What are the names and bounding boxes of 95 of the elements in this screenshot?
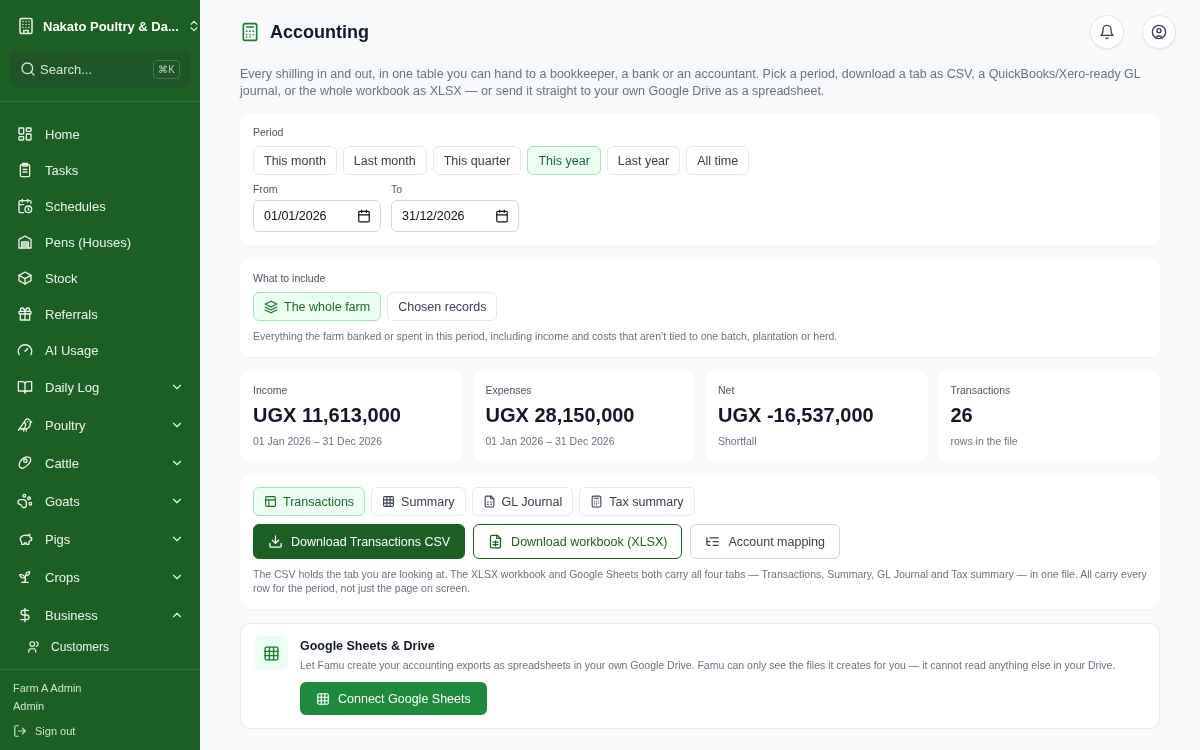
date-field[interactable]: 01/01/2026 [253, 200, 381, 232]
period-option[interactable]: Last year [606, 146, 681, 175]
piggy-bank-icon [17, 531, 33, 547]
user-circle-icon [1151, 24, 1167, 40]
download-icon [268, 534, 283, 549]
period-option[interactable]: This year [527, 146, 601, 175]
calculator-icon [590, 495, 604, 508]
sidebar-group[interactable]: Poultry [0, 406, 200, 444]
layers-icon [264, 299, 278, 314]
spreadsheet-file-icon [488, 534, 504, 549]
clipboard-icon [17, 162, 33, 178]
google-title: Google Sheets & Drive [300, 639, 436, 653]
export-button[interactable]: Account mapping [690, 524, 841, 559]
field-label: From [253, 183, 279, 195]
table-icon [264, 495, 277, 508]
users-icon [27, 640, 41, 654]
farm-name[interactable]: Nakato Poultry & Da... [43, 18, 179, 34]
export-tab[interactable]: GL Journal [471, 487, 574, 516]
paw-print-icon [17, 493, 33, 509]
sidebar-group[interactable]: Cattle [0, 444, 200, 482]
export-tab[interactable]: Summary [371, 487, 466, 516]
bell-icon [1099, 24, 1115, 40]
connect-button[interactable]: Connect Google Sheets [300, 682, 487, 715]
field-label: To [391, 183, 404, 195]
spreadsheet-icon [316, 691, 330, 706]
spreadsheet-icon [262, 644, 280, 662]
export-tab[interactable]: Transactions [253, 487, 366, 516]
stat-caption: Shortfall [718, 435, 758, 447]
shortcut-hint: ⌘K [153, 60, 180, 79]
stat-value: 26 [950, 404, 974, 427]
export-note: The CSV holds the tab you are looking at. The XLSX workbook and Google Sheets both carry all four tabs — Transactions, Summary, GL Journal and Tax summary — in one file. All carry every row for the period, not just the page on screen. [253, 567, 1147, 595]
gift-icon [17, 306, 33, 322]
stat-value: UGX 28,150,000 [485, 404, 636, 427]
sidebar-item[interactable]: Tasks [0, 152, 200, 188]
stat-caption: rows in the file [950, 435, 1019, 447]
export-tab[interactable]: Tax summary [579, 487, 695, 516]
sidebar-item[interactable]: Pens (Houses) [0, 224, 200, 260]
period-option[interactable]: This quarter [432, 146, 522, 175]
account-button[interactable] [1142, 15, 1176, 49]
intro-text: Every shilling in and out, in one table you can hand to a bookkeeper, a bank or an accountant. Pick a period, download a tab as CSV, a QuickBooks/Xero-ready GL journal, or the whole workbook as XLSX — or send it straight to your own Google Drive as a spreadsheet. [240, 66, 1142, 100]
grid-icon [382, 495, 396, 508]
user-role: Admin [13, 700, 46, 712]
section-label: Period [253, 126, 285, 138]
calendar-icon [495, 209, 509, 223]
include-option[interactable]: The whole farm [253, 292, 382, 321]
sidebar-group[interactable]: Business [0, 596, 200, 634]
sidebar-item[interactable]: Referrals [0, 296, 200, 332]
book-icon [17, 379, 33, 395]
stat-label: Transactions [950, 384, 1012, 396]
package-icon [17, 270, 33, 286]
period-option[interactable]: Last month [342, 146, 427, 175]
stat-caption: 01 Jan 2026 – 31 Dec 2026 [253, 435, 384, 447]
date-field[interactable]: 31/12/2026 [391, 200, 519, 232]
sidebar-group[interactable]: Crops [0, 558, 200, 596]
calendar-icon [357, 209, 371, 223]
include-note: Everything the farm banked or spent in this period, including income and costs that aren’t tied to one batch, plantation or herd. [253, 329, 839, 343]
document-icon [482, 495, 496, 508]
sidebar-group[interactable]: Daily Log [0, 368, 200, 406]
user-name: Farm A Admin [13, 682, 83, 694]
sprout-icon [17, 569, 33, 585]
sidebar-item[interactable]: Stock [0, 260, 200, 296]
sidebar-item[interactable]: Home [0, 116, 200, 152]
stat-value: UGX 11,613,000 [253, 404, 402, 427]
gauge-icon [17, 342, 33, 358]
export-button[interactable]: Download Transactions CSV [253, 524, 466, 559]
period-option[interactable]: This month [253, 146, 337, 175]
list-tree-icon [705, 534, 721, 549]
sidebar-group[interactable]: Goats [0, 482, 200, 520]
calendar-clock-icon [17, 198, 33, 214]
bird-icon [17, 417, 33, 433]
stat-caption: 01 Jan 2026 – 31 Dec 2026 [485, 435, 616, 447]
sidebar-subitem[interactable]: Customers [0, 634, 200, 660]
section-label: What to include [253, 272, 327, 284]
period-option[interactable]: All time [686, 146, 750, 175]
stat-label: Net [718, 384, 736, 396]
export-button[interactable]: Download workbook (XLSX) [473, 524, 683, 559]
page-title: Accounting [270, 21, 370, 43]
steak-icon [17, 455, 33, 471]
sign-out-link[interactable]: Sign out [13, 724, 187, 738]
search-icon [20, 61, 36, 77]
log-out-icon [13, 724, 27, 738]
stat-label: Income [253, 384, 289, 396]
sidebar-item[interactable]: Schedules [0, 188, 200, 224]
warehouse-icon [17, 234, 33, 250]
include-option[interactable]: Chosen records [387, 292, 498, 321]
grid-icon [17, 126, 33, 142]
stat-label: Expenses [485, 384, 533, 396]
stat-value: UGX -16,537,000 [718, 404, 875, 427]
dollar-icon [17, 607, 33, 623]
google-text: Let Famu create your accounting exports as spreadsheets in your own Google Drive. Famu can only see the files it creates for you — it cannot read anything else in your Drive. [300, 658, 1116, 672]
sidebar-item[interactable]: AI Usage [0, 332, 200, 368]
building-icon [17, 17, 35, 35]
notifications-button[interactable] [1090, 15, 1124, 49]
calculator-icon [240, 22, 260, 42]
sidebar-group[interactable]: Pigs [0, 520, 200, 558]
